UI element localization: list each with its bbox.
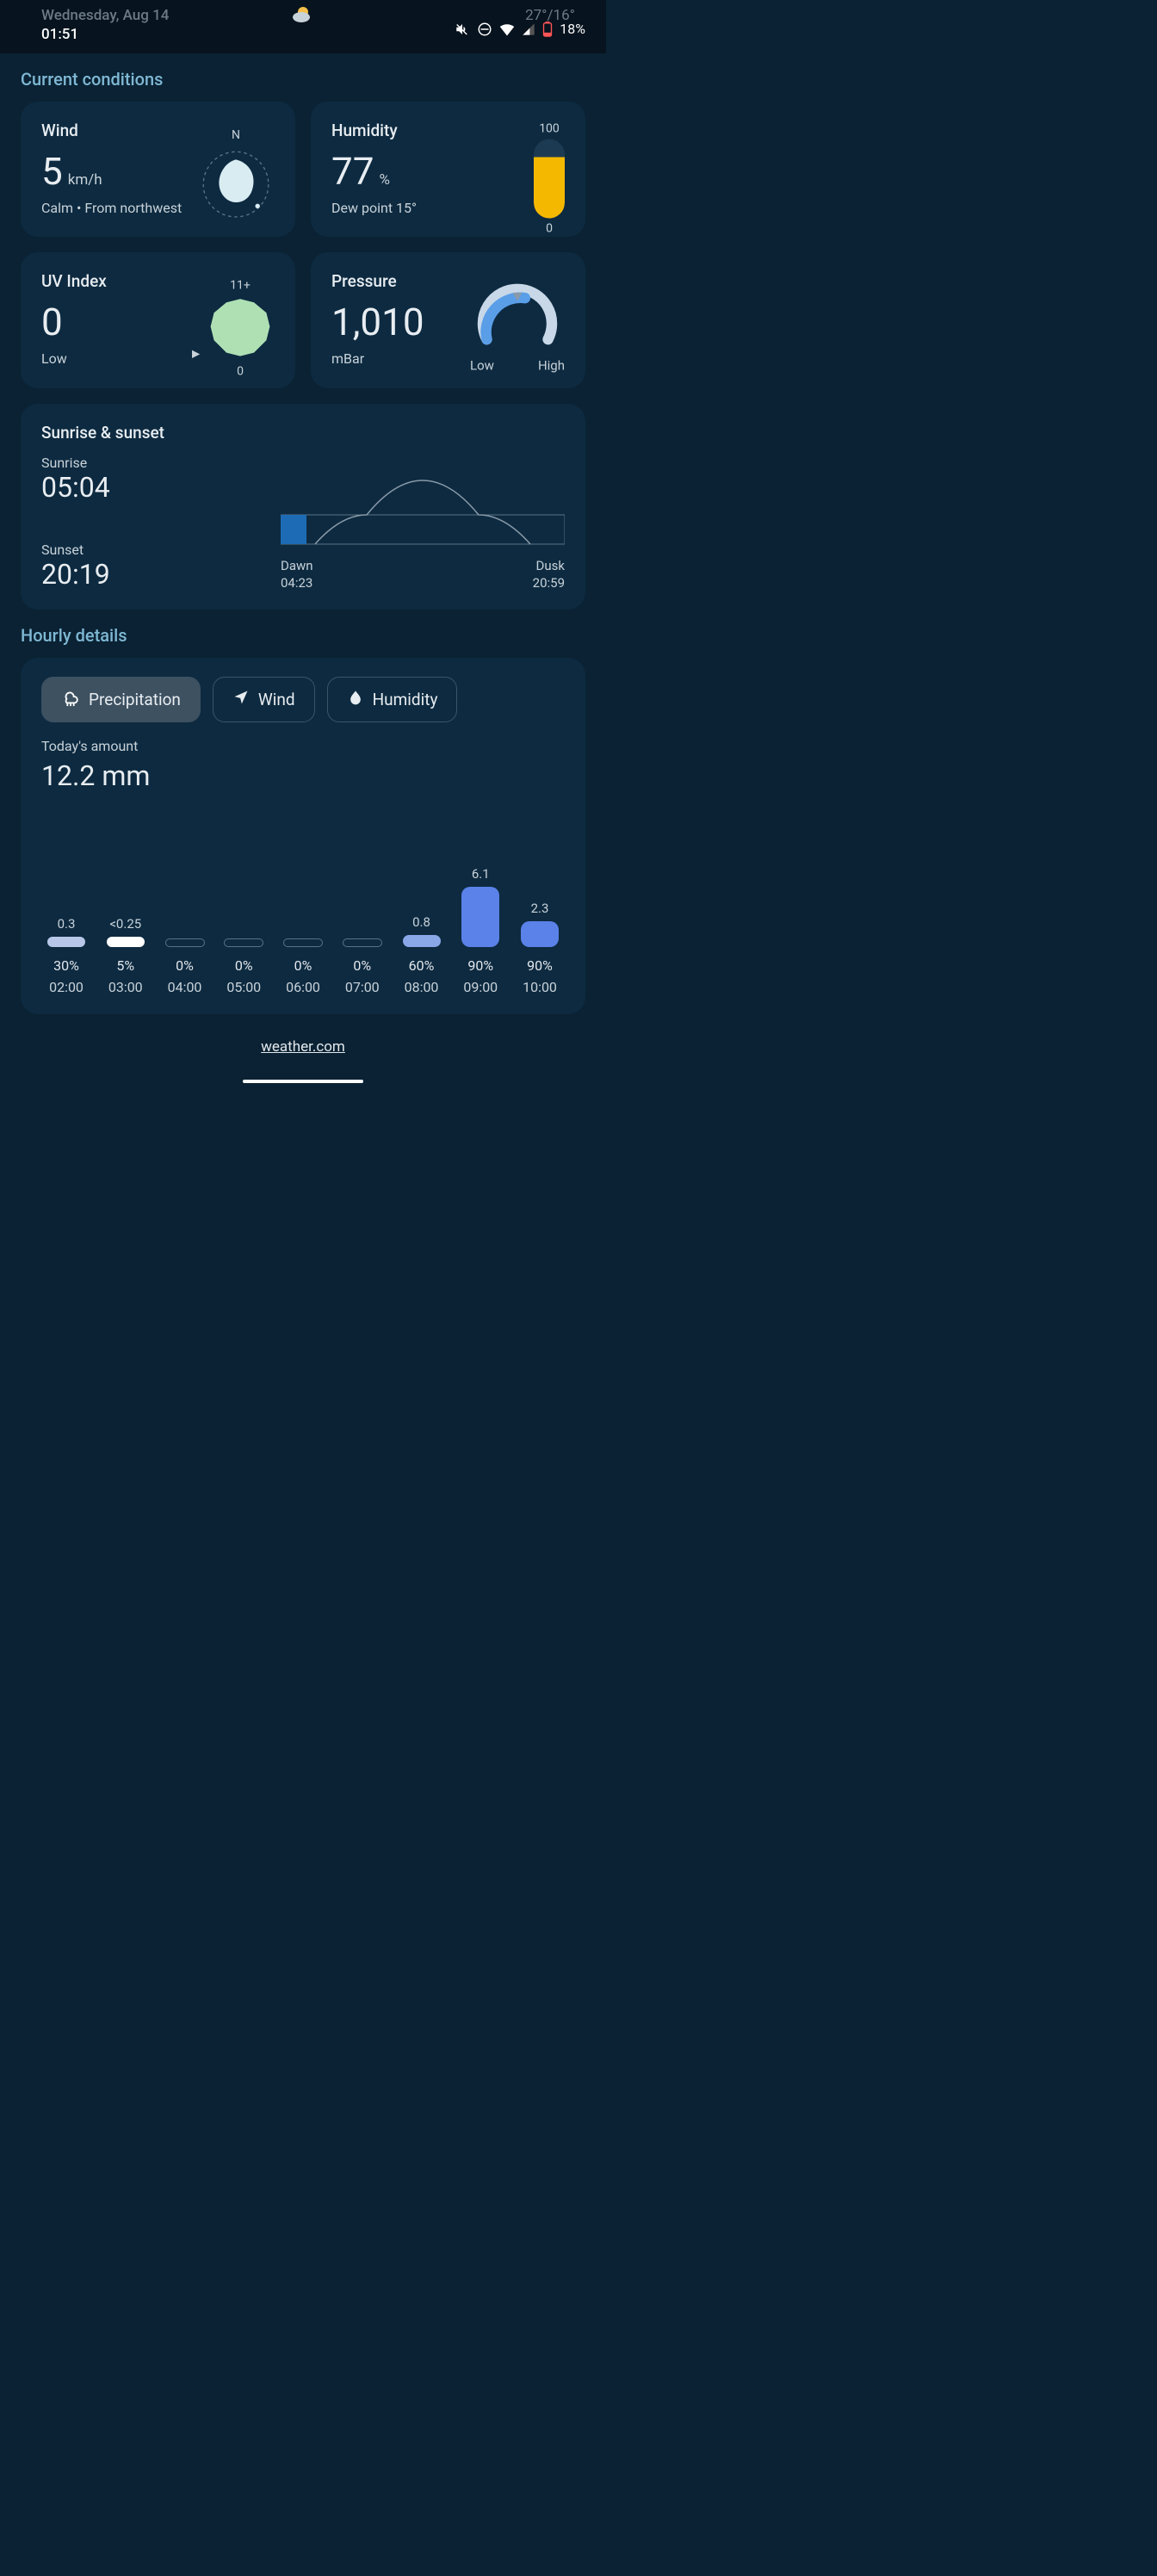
bar-percent: 5% — [116, 957, 134, 974]
sunset-time: 20:19 — [41, 558, 110, 591]
sun-arc-icon: Dawn Dusk 04:23 20:59 — [281, 455, 565, 591]
bar-item: 6.1 — [455, 866, 505, 947]
bar-time: 03:00 — [108, 979, 143, 995]
chip-humidity-label: Humidity — [373, 690, 438, 709]
nav-handle[interactable] — [243, 1080, 363, 1083]
bar-item: <0.25 — [101, 916, 151, 947]
humidity-dew: Dew point 15° — [331, 199, 565, 218]
bar-percent: 30% — [53, 957, 79, 974]
humidity-value: 77 — [331, 152, 374, 190]
section-current-title: Current conditions — [0, 53, 606, 102]
sunrise-time: 05:04 — [41, 471, 110, 504]
humidity-unit: % — [379, 171, 389, 189]
wind-card[interactable]: Wind 5 km/h Calm • From northwest N — [21, 102, 295, 237]
bar-shape — [461, 887, 499, 947]
bar-percent: 0% — [176, 957, 194, 974]
bar-item: 2.3 — [515, 901, 565, 947]
wind-unit: km/h — [68, 171, 102, 189]
bar-value-label: 6.1 — [472, 866, 490, 882]
precip-bars: 0.3 <0.25 0.8 6.1 2.3 — [41, 852, 565, 947]
bar-time: 02:00 — [49, 979, 84, 995]
chip-humidity[interactable]: Humidity — [327, 677, 458, 722]
uv-value: 0 — [41, 303, 63, 341]
dnd-icon — [477, 22, 492, 37]
status-bar: Wednesday, Aug 14 01:51 27°/16° 18% — [0, 0, 606, 53]
bar-shape — [403, 935, 441, 947]
bar-shape — [343, 938, 382, 947]
chip-wind-label: Wind — [258, 690, 295, 709]
source-link[interactable]: weather.com — [261, 1038, 345, 1056]
sunset-label: Sunset — [41, 542, 110, 558]
bar-value-label: 0.3 — [58, 916, 76, 932]
bar-shape — [47, 937, 85, 947]
mute-icon — [455, 22, 470, 37]
precip-amount-value: 12.2 mm — [41, 759, 565, 792]
humidity-title: Humidity — [331, 121, 565, 140]
bar-shape — [165, 938, 205, 947]
bar-item: 0.3 — [41, 916, 91, 947]
bar-percent: 90% — [527, 957, 553, 974]
dusk-time: 20:59 — [533, 575, 565, 591]
bar-value-label: <0.25 — [109, 916, 141, 932]
bar-shape — [521, 921, 559, 947]
bar-shape — [224, 938, 263, 947]
humidity-gauge-icon: 100 ▶ 0 — [534, 121, 565, 235]
sun-title: Sunrise & sunset — [41, 423, 565, 443]
bar-time: 07:00 — [345, 979, 380, 995]
bar-percent: 0% — [294, 957, 312, 974]
sunrise-label: Sunrise — [41, 455, 110, 471]
bar-item — [160, 918, 210, 947]
dawn-time: 04:23 — [281, 575, 312, 591]
bar-percent: 0% — [353, 957, 371, 974]
bar-time: 08:00 — [405, 979, 439, 995]
dawn-label: Dawn — [281, 558, 313, 573]
chip-precipitation[interactable]: Precipitation — [41, 677, 201, 722]
bar-item — [219, 918, 269, 947]
bar-time: 05:00 — [226, 979, 261, 995]
bar-percent: 0% — [235, 957, 253, 974]
status-date: Wednesday, Aug 14 — [41, 7, 169, 24]
bar-shape — [283, 938, 323, 947]
sun-card[interactable]: Sunrise & sunset Sunrise 05:04 Sunset 20… — [21, 404, 585, 610]
wifi-icon — [499, 22, 515, 36]
bar-item — [337, 918, 387, 947]
wind-arrow-icon — [232, 689, 250, 710]
bar-time: 06:00 — [286, 979, 320, 995]
uv-card[interactable]: UV Index 0 Low 11+ ▶ 0 — [21, 252, 295, 387]
drop-icon — [347, 689, 364, 710]
wind-value: 5 — [41, 152, 63, 190]
chip-precip-label: Precipitation — [89, 690, 181, 709]
pressure-value: 1,010 — [331, 303, 424, 341]
bar-percent: 60% — [409, 957, 435, 974]
weather-icon — [291, 5, 315, 28]
bar-time: 04:00 — [168, 979, 202, 995]
humidity-card[interactable]: Humidity 77 % Dew point 15° 100 ▶ 0 — [311, 102, 585, 237]
status-time: 01:51 — [41, 26, 169, 43]
chip-wind[interactable]: Wind — [213, 677, 315, 722]
bar-item — [278, 918, 328, 947]
bar-percent: 90% — [467, 957, 493, 974]
bar-shape — [107, 937, 145, 947]
pressure-card[interactable]: Pressure 1,010 mBar Low High — [311, 252, 585, 387]
dusk-label: Dusk — [536, 558, 565, 573]
status-temp: 27°/16° — [525, 7, 575, 24]
pressure-gauge-icon: Low High — [470, 282, 565, 374]
bar-item: 0.8 — [397, 914, 447, 947]
section-hourly-title: Hourly details — [0, 610, 606, 658]
uv-gauge-icon: 11+ ▶ 0 — [206, 278, 275, 378]
bar-value-label: 2.3 — [531, 901, 549, 916]
bar-time: 10:00 — [523, 979, 557, 995]
wind-compass-icon: N — [197, 128, 275, 226]
precip-icon — [61, 688, 80, 711]
bar-value-label: 0.8 — [412, 914, 430, 930]
hourly-card: Precipitation Wind Humidity Today's amou… — [21, 658, 585, 1014]
bar-time: 09:00 — [463, 979, 498, 995]
precip-amount-label: Today's amount — [41, 738, 565, 754]
